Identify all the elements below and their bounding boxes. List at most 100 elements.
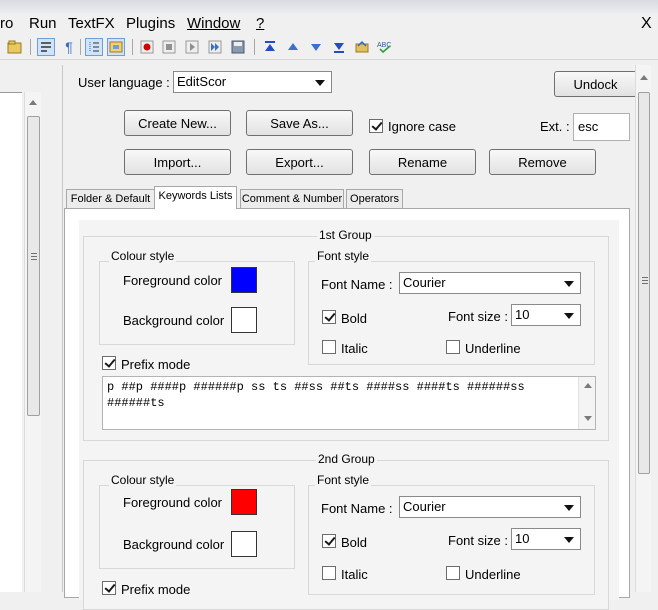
group-2-underline-label: Underline: [465, 567, 521, 582]
user-language-select[interactable]: EditScor: [173, 71, 332, 93]
first-icon[interactable]: [261, 38, 279, 56]
stop-icon[interactable]: [160, 38, 178, 56]
group-2-italic-label: Italic: [341, 567, 368, 582]
play-multiple-icon[interactable]: [206, 38, 224, 56]
spellcheck-icon[interactable]: ABC: [376, 38, 394, 56]
user-language-value: EditScor: [177, 74, 227, 89]
scroll-down-icon[interactable]: [584, 416, 592, 421]
group-1-keywords-line-1: p ##p ####p ######p ss ts ##ss ##ts ####…: [107, 380, 525, 394]
up-icon[interactable]: [284, 38, 302, 56]
sync-icon[interactable]: [353, 38, 371, 56]
open-folder-icon[interactable]: [6, 38, 24, 56]
doc-map-icon[interactable]: [107, 38, 125, 56]
tab-folder-default[interactable]: Folder & Default: [66, 189, 155, 209]
chevron-down-icon: [564, 505, 574, 511]
group-1-bg-label: Background color: [123, 313, 225, 328]
toolbar-separator: [132, 39, 133, 55]
scroll-up-icon[interactable]: [584, 383, 592, 388]
group-2-bold-checkbox[interactable]: [322, 534, 336, 548]
group-2-colour-style-label: Colour style: [109, 473, 177, 487]
chevron-down-icon: [564, 537, 574, 543]
group-1-keywords-scrollbar[interactable]: [578, 377, 595, 429]
indent-guide-icon[interactable]: [85, 38, 103, 56]
import-button[interactable]: Import...: [124, 149, 231, 175]
menu-macro[interactable]: ro: [0, 14, 13, 34]
group-2-fg-label: Foreground color: [123, 495, 222, 510]
group-1-font-name-value: Courier: [403, 275, 446, 290]
menu-help[interactable]: ?: [256, 14, 264, 34]
remove-button[interactable]: Remove: [489, 149, 596, 175]
group-1-italic-checkbox[interactable]: [322, 340, 336, 354]
group-2-font-name-value: Courier: [403, 499, 446, 514]
group-2-font-size-label: Font size :: [448, 533, 508, 548]
save-macro-icon[interactable]: [229, 38, 247, 56]
tab-comment-number[interactable]: Comment & Number: [240, 189, 344, 209]
svg-text:ABC: ABC: [377, 42, 391, 49]
toolbar: ¶ ABC: [0, 36, 658, 60]
wrap-icon[interactable]: [37, 38, 55, 56]
chevron-down-icon: [315, 80, 325, 86]
group-1-keywords-textarea[interactable]: p ##p ####p ######p ss ts ##ss ##ts ####…: [102, 376, 596, 430]
tab-operators[interactable]: Operators: [346, 189, 403, 209]
scroll-up-icon[interactable]: [29, 100, 37, 105]
group-2-bg-color-swatch[interactable]: [231, 531, 257, 557]
editor-text-area[interactable]: [0, 92, 22, 592]
group-2-underline-checkbox[interactable]: [446, 566, 460, 580]
save-as-button[interactable]: Save As...: [246, 110, 353, 136]
panel-vertical-scrollbar[interactable]: [635, 65, 651, 592]
scrollbar-thumb[interactable]: [638, 92, 650, 474]
ext-input[interactable]: esc: [573, 113, 630, 141]
paragraph-icon[interactable]: ¶: [60, 38, 78, 56]
group-2-prefix-mode-checkbox[interactable]: [102, 581, 116, 595]
group-1-bg-color-swatch[interactable]: [231, 307, 257, 333]
rename-button[interactable]: Rename: [369, 149, 476, 175]
group-2-font-name-label: Font Name :: [321, 501, 393, 516]
ignore-case-checkbox[interactable]: [369, 119, 383, 133]
group-2-font-size-value: 10: [515, 531, 530, 546]
group-1-fg-color-swatch[interactable]: [231, 267, 257, 293]
group-1-prefix-mode-checkbox[interactable]: [102, 356, 116, 370]
editor-vertical-scrollbar[interactable]: [24, 92, 41, 592]
group-2-italic-checkbox[interactable]: [322, 566, 336, 580]
play-icon[interactable]: [183, 38, 201, 56]
title-bar-strip: [0, 0, 658, 14]
group-2-title: 2nd Group: [316, 452, 377, 466]
menu-window[interactable]: Window: [187, 14, 240, 34]
editor-pane: [0, 65, 50, 592]
group-1-bold-label: Bold: [341, 311, 368, 326]
keywords-tab-page: 1st Group Colour style Foreground color …: [64, 208, 630, 610]
undock-button[interactable]: Undock: [554, 71, 637, 97]
export-button[interactable]: Export...: [246, 149, 353, 175]
close-button[interactable]: X: [641, 14, 652, 34]
group-2-font-name-select[interactable]: Courier: [399, 496, 581, 518]
group-1-title: 1st Group: [317, 228, 374, 242]
group-1-fg-label: Foreground color: [123, 273, 222, 288]
user-language-label: User language :: [78, 75, 170, 90]
group-1-font-name-select[interactable]: Courier: [399, 272, 581, 294]
group-1-font-size-select[interactable]: 10: [511, 304, 581, 326]
down-icon[interactable]: [307, 38, 325, 56]
toolbar-separator: [80, 39, 81, 55]
group-2-bg-label: Background color: [123, 537, 225, 552]
chevron-down-icon: [564, 313, 574, 319]
scroll-up-icon[interactable]: [640, 75, 648, 80]
group-1-underline-checkbox[interactable]: [446, 340, 460, 354]
group-1-font-size-label: Font size :: [448, 309, 508, 324]
menu-textfx[interactable]: TextFX: [68, 14, 115, 34]
group-2-fg-color-swatch[interactable]: [231, 489, 257, 515]
menu-run[interactable]: Run: [29, 14, 57, 34]
menu-plugins[interactable]: Plugins: [126, 14, 175, 34]
last-icon[interactable]: [330, 38, 348, 56]
record-icon[interactable]: [138, 38, 156, 56]
ext-label: Ext. :: [540, 119, 570, 134]
tab-keywords-lists[interactable]: Keywords Lists: [154, 186, 237, 209]
group-2-bold-label: Bold: [341, 535, 368, 550]
create-new-button[interactable]: Create New...: [124, 110, 231, 136]
scrollbar-thumb[interactable]: [27, 116, 40, 416]
group-2-font-size-select[interactable]: 10: [511, 528, 581, 550]
group-1-prefix-mode-label: Prefix mode: [121, 357, 191, 372]
group-1-bold-checkbox[interactable]: [322, 310, 336, 324]
group-2-prefix-mode-label: Prefix mode: [121, 582, 191, 597]
group-1-keywords-line-2: ######ts: [107, 396, 165, 410]
group-2-font-style-label: Font style: [315, 473, 372, 487]
